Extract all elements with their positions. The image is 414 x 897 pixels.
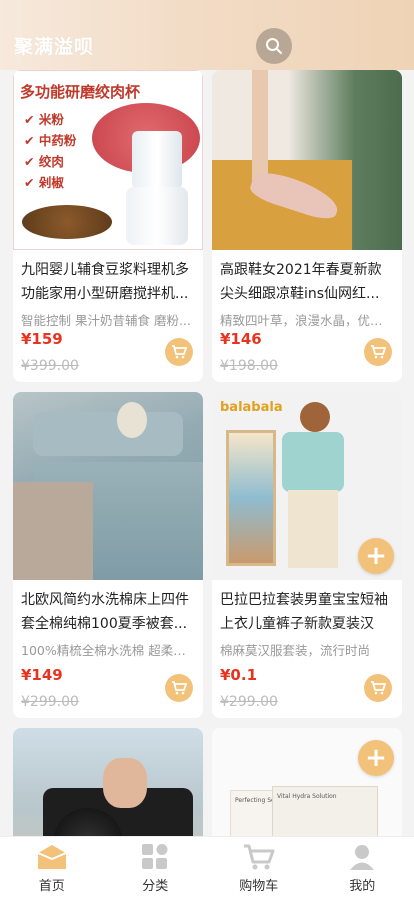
product-card[interactable]: balabala + 巴拉巴拉套装男童宝宝短袖上衣儿童裤子新款夏装汉服... 棉… [212,392,402,718]
product-card[interactable]: 多功能研磨绞肉杯 ✔ 米粉 ✔ 中药粉 ✔ 绞肉 ✔ 剁椒 九阳婴儿辅食豆浆料理… [13,70,203,382]
product-image: 多功能研磨绞肉杯 ✔ 米粉 ✔ 中药粉 ✔ 绞肉 ✔ 剁椒 [13,70,203,250]
tab-category[interactable]: 分类 [104,837,208,897]
product-original-price: ¥299.00 [21,694,79,710]
cart-icon [242,843,276,871]
product-card[interactable]: Perfecting Solution Vital Hydra Solution… [212,728,402,836]
product-card[interactable]: 高跟鞋女2021年春夏新款尖头细跟凉鞋ins仙网红... 精致四叶草，浪漫水晶，… [212,70,402,382]
user-icon [347,843,377,871]
app-title: 聚满溢呗 [14,32,94,59]
product-title: 九阳婴儿辅食豆浆料理机多功能家用小型研磨搅拌机... [21,258,195,306]
box-text: Vital Hydra Solution [277,793,373,800]
product-image [212,70,402,250]
product-price: ¥0.1 [220,666,257,684]
add-to-cart-button[interactable] [165,338,193,366]
add-button[interactable]: + [358,740,394,776]
feature-item: ✔ 米粉 [24,109,76,130]
product-card[interactable]: 北欧风简约水洗棉床上四件套全棉纯棉100夏季被套... 100%精梳全棉水洗棉 … [13,392,203,718]
add-to-cart-button[interactable] [165,674,193,702]
category-icon [140,843,170,871]
product-price: ¥159 [21,330,63,348]
add-to-cart-button[interactable] [364,674,392,702]
product-price: ¥146 [220,330,262,348]
add-button[interactable]: + [358,538,394,574]
feature-item: ✔ 剁椒 [24,172,76,193]
tab-label: 购物车 [239,875,278,894]
search-button[interactable] [256,28,292,64]
product-title: 巴拉巴拉套装男童宝宝短袖上衣儿童裤子新款夏装汉服... [220,588,394,636]
product-card[interactable] [13,728,203,836]
cart-icon [370,344,386,360]
product-original-price: ¥399.00 [21,358,79,374]
product-title: 北欧风简约水洗棉床上四件套全棉纯棉100夏季被套... [21,588,195,636]
cart-icon [171,680,187,696]
product-price: ¥149 [21,666,63,684]
product-desc: 智能控制 果汁奶昔辅食 磨粉... [21,310,195,329]
product-image [13,728,203,836]
product-desc: 精致四叶草，浪漫水晶，优雅... [220,310,394,329]
tab-label: 我的 [349,875,375,894]
add-to-cart-button[interactable] [364,338,392,366]
header: 聚满溢呗 [0,0,414,70]
tab-label: 首页 [39,875,65,894]
product-desc: 棉麻莫汉服套装，流行时尚 [220,640,394,659]
product-original-price: ¥198.00 [220,358,278,374]
product-title: 高跟鞋女2021年春夏新款尖头细跟凉鞋ins仙网红... [220,258,394,306]
tab-label: 分类 [142,875,168,894]
tab-home[interactable]: 首页 [0,837,104,897]
tab-profile[interactable]: 我的 [311,837,414,897]
tab-bar: 首页 分类 购物车 我的 [0,836,414,897]
brand-logo: balabala [220,400,283,415]
cart-icon [370,680,386,696]
image-headline: 多功能研磨绞肉杯 [20,81,140,102]
cart-icon [171,344,187,360]
product-original-price: ¥299.00 [220,694,278,710]
home-icon [34,843,70,871]
product-grid: 多功能研磨绞肉杯 ✔ 米粉 ✔ 中药粉 ✔ 绞肉 ✔ 剁椒 九阳婴儿辅食豆浆料理… [0,64,414,836]
feature-item: ✔ 绞肉 [24,151,76,172]
product-desc: 100%精梳全棉水洗棉 超柔触... [21,640,195,659]
product-image [13,392,203,580]
search-icon [265,37,283,55]
feature-item: ✔ 中药粉 [24,130,76,151]
tab-cart[interactable]: 购物车 [207,837,311,897]
